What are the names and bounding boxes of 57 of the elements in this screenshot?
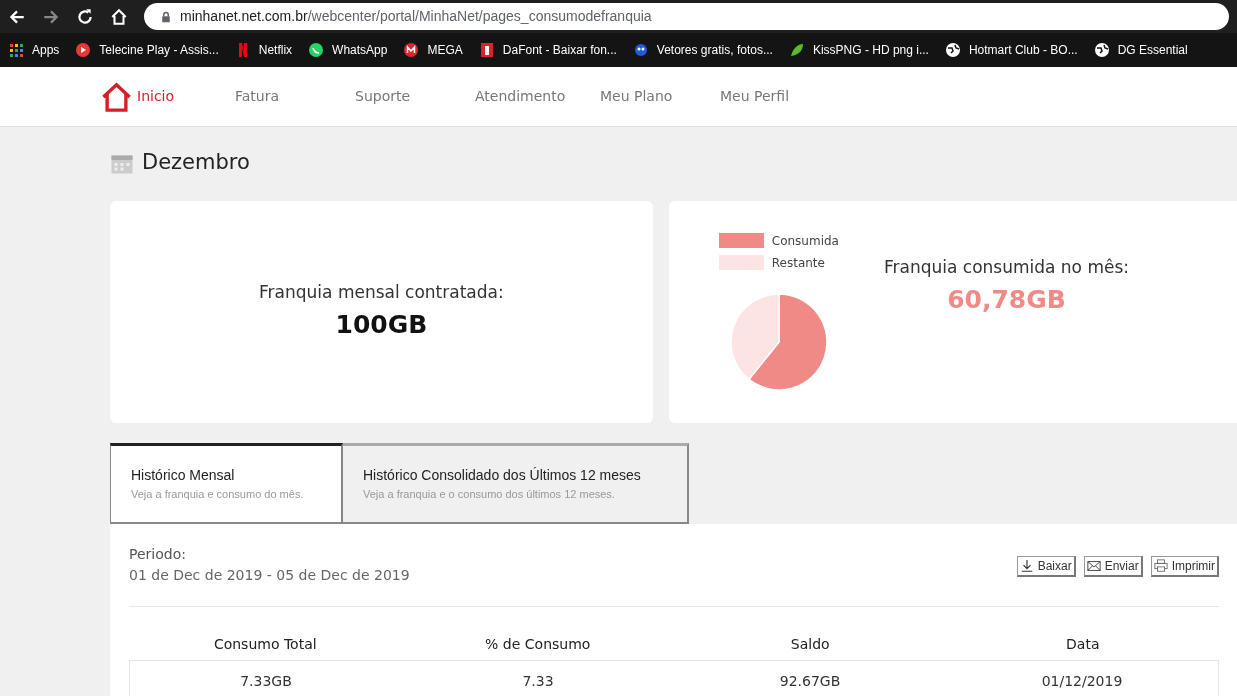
- download-icon: [1019, 558, 1034, 573]
- print-button[interactable]: Imprimir: [1150, 555, 1219, 577]
- bookmark-link[interactable]: Apps: [32, 41, 60, 59]
- face-icon: [632, 42, 649, 58]
- table-cell: 01/12/2019: [1041, 672, 1123, 689]
- period-label: Periodo:: [129, 544, 187, 564]
- bookmark-link[interactable]: MEGA: [427, 41, 463, 59]
- legend-swatch: [718, 255, 764, 270]
- bookmark-link[interactable]: WhatsApp: [332, 41, 388, 59]
- legend-label: Consumida: [771, 232, 839, 250]
- mail-button[interactable]: Enviar: [1083, 555, 1143, 577]
- download-button[interactable]: Baixar: [1016, 555, 1076, 577]
- legend-label: Restante: [771, 254, 825, 272]
- nav-link[interactable]: Meu Plano: [600, 86, 673, 107]
- card-label: Franquia mensal contratada:: [259, 281, 504, 304]
- globe-icon: [944, 42, 961, 58]
- home-icon[interactable]: [110, 7, 128, 26]
- url-field[interactable]: minhanet.net.com.br/webcenter/portal/MinhaNet/pages_consumodefranquia: [144, 3, 1229, 30]
- column-header: Consumo Total: [213, 635, 317, 652]
- bookmark-link[interactable]: Telecine Play - Assis...: [99, 41, 219, 59]
- card-value: 100GB: [335, 308, 428, 341]
- column-header: Saldo: [790, 635, 830, 652]
- play-icon: [75, 42, 92, 58]
- card-value: 60,78GB: [947, 283, 1066, 316]
- table-cell: 7.33GB: [240, 672, 292, 689]
- home-icon: [100, 81, 133, 112]
- bookmark-link[interactable]: KissPNG - HD png i...: [812, 41, 929, 59]
- nav-link[interactable]: Fatura: [235, 86, 280, 107]
- nav-link[interactable]: Suporte: [355, 86, 411, 107]
- bookmark-link[interactable]: DG Essential: [1117, 41, 1188, 59]
- reload-icon[interactable]: [76, 7, 94, 26]
- nav-link[interactable]: Inicio: [137, 86, 175, 107]
- nav-link[interactable]: Atendimento: [475, 86, 566, 107]
- chat-bubble-icon: [308, 42, 325, 58]
- leaf-icon: [788, 42, 805, 58]
- column-header: Data: [1066, 635, 1100, 652]
- printer-icon: [1153, 558, 1168, 573]
- legend-swatch: [718, 233, 764, 248]
- globe-icon: [1093, 42, 1110, 58]
- font-icon: [478, 42, 495, 58]
- month-title: Dezembro: [142, 149, 250, 176]
- card-label: Franquia consumida no mês:: [883, 256, 1130, 279]
- letter-m-icon: [403, 42, 420, 58]
- bookmark-link[interactable]: DaFont - Baixar fon...: [502, 41, 617, 59]
- bookmark-link[interactable]: Netflix: [258, 41, 293, 59]
- nav-link[interactable]: Meu Perfil: [720, 86, 790, 107]
- table-cell: 92.67GB: [779, 672, 841, 689]
- tab[interactable]: Histórico Consolidado dos Últimos 12 meses Veja a franquia e o consumo dos últimos 12 meses.: [343, 442, 689, 524]
- column-header: % de Consumo: [485, 635, 591, 652]
- period-value: 01 de Dec de 2019 - 05 de Dec de 2019: [129, 565, 410, 585]
- table-cell: 7.33: [522, 672, 554, 689]
- tab[interactable]: Histórico Mensal Veja a franquia e consumo do mês.: [110, 442, 343, 524]
- bookmark-link[interactable]: Hotmart Club - BO...: [968, 41, 1078, 59]
- bookmark-link[interactable]: Vetores gratis, fotos...: [656, 41, 773, 59]
- apps-grid-icon: [8, 42, 24, 58]
- lock-icon: [160, 10, 172, 23]
- envelope-icon: [1086, 558, 1101, 573]
